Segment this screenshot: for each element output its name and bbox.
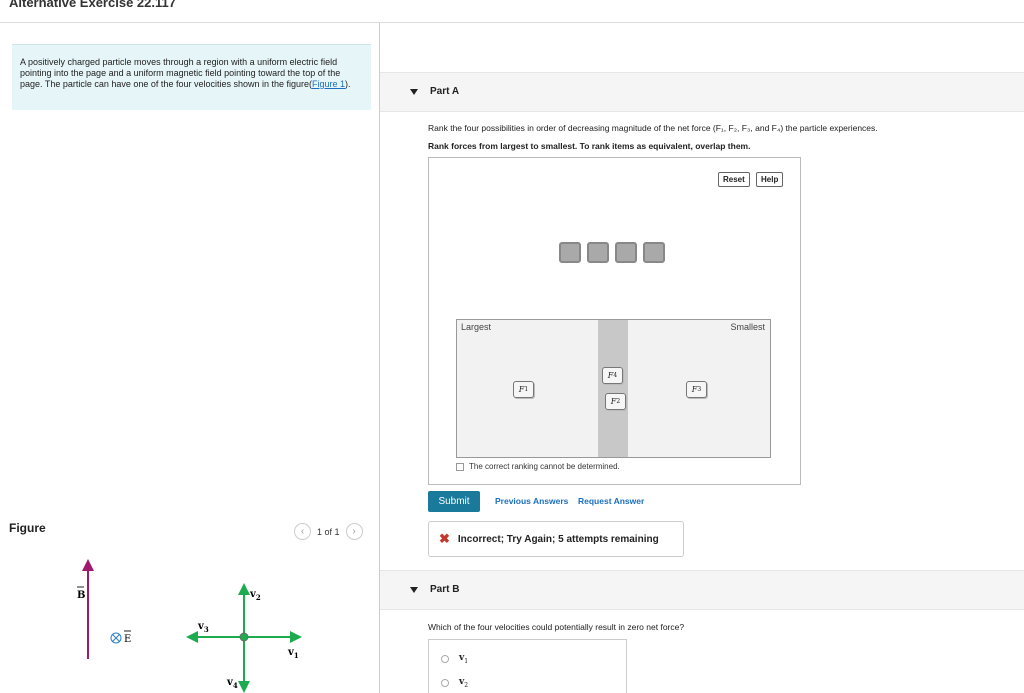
part-b-question: Which of the four velocities could poten… bbox=[428, 622, 685, 632]
e-field-label: E bbox=[124, 634, 131, 645]
part-b-options: v1 v2 bbox=[428, 639, 627, 693]
empty-slot[interactable] bbox=[643, 242, 665, 263]
option-v2[interactable]: v2 bbox=[441, 677, 468, 689]
empty-slot[interactable] bbox=[587, 242, 609, 263]
origin-dot bbox=[239, 632, 249, 642]
feedback-box: ✖ Incorrect; Try Again; 5 attempts remai… bbox=[428, 521, 684, 557]
problem-statement: A positively charged particle moves thro… bbox=[12, 44, 371, 110]
problem-text: A positively charged particle moves thro… bbox=[20, 57, 341, 89]
v2-label: v2 bbox=[249, 589, 261, 602]
figure-label: Figure bbox=[9, 521, 46, 535]
collapse-triangle-icon[interactable] bbox=[410, 587, 418, 593]
cannot-determine-option[interactable]: The correct ranking cannot be determined… bbox=[456, 462, 620, 471]
v1-label: v1 bbox=[287, 647, 299, 660]
part-b-header[interactable]: Part B bbox=[380, 570, 1024, 610]
cannot-determine-checkbox[interactable] bbox=[456, 462, 464, 471]
radio-button[interactable] bbox=[441, 678, 449, 687]
tile-f2[interactable]: F2 bbox=[605, 393, 626, 410]
x-icon: ✖ bbox=[439, 531, 450, 546]
chevron-right-icon[interactable]: › bbox=[345, 523, 363, 540]
option-v1[interactable]: v1 bbox=[441, 653, 468, 665]
previous-answers-link[interactable]: Previous Answers bbox=[495, 496, 568, 506]
empty-slots bbox=[559, 242, 665, 263]
largest-label: Largest bbox=[461, 322, 492, 332]
chevron-left-icon[interactable]: ‹ bbox=[294, 523, 311, 540]
help-button[interactable]: Help bbox=[756, 172, 784, 187]
figure-link[interactable]: Figure 1 bbox=[312, 79, 345, 89]
submit-button[interactable]: Submit bbox=[428, 491, 480, 512]
right-pane: Part A Rank the four possibilities in or… bbox=[380, 23, 1024, 693]
reset-button[interactable]: Reset bbox=[718, 172, 750, 187]
tile-f4[interactable]: F4 bbox=[602, 367, 623, 384]
figure-pager: ‹ 1 of 1 › bbox=[294, 523, 363, 540]
part-a-header[interactable]: Part A bbox=[380, 72, 1024, 112]
tile-f1[interactable]: F1 bbox=[513, 381, 534, 398]
b-field-label: B bbox=[77, 590, 85, 601]
part-a-instruction: Rank forces from largest to smallest. To… bbox=[428, 141, 751, 151]
ranking-widget: Reset Help Largest Smallest F1 F4 F2 F3 … bbox=[428, 157, 801, 485]
equivalent-column bbox=[598, 320, 628, 457]
option-label: v1 bbox=[459, 653, 469, 665]
collapse-triangle-icon[interactable] bbox=[410, 89, 418, 95]
radio-button[interactable] bbox=[441, 654, 449, 663]
page-title: Alternative Exercise 22.117 bbox=[9, 0, 176, 10]
cannot-determine-label: The correct ranking cannot be determined… bbox=[469, 462, 620, 471]
option-label: v2 bbox=[459, 677, 469, 689]
part-b-label: Part B bbox=[430, 584, 460, 595]
v4-label: v4 bbox=[226, 677, 238, 690]
pager-text: 1 of 1 bbox=[317, 526, 340, 537]
empty-slot[interactable] bbox=[615, 242, 637, 263]
left-pane: A positively charged particle moves thro… bbox=[0, 23, 379, 693]
smallest-label: Smallest bbox=[730, 322, 765, 332]
ranking-area[interactable]: Largest Smallest F1 F4 F2 F3 bbox=[456, 319, 771, 458]
v3-label: v3 bbox=[197, 621, 209, 634]
request-answer-link[interactable]: Request Answer bbox=[578, 496, 644, 506]
velocity-figure: B E v2 v3 v1 v4 bbox=[77, 559, 302, 693]
problem-tail: ). bbox=[345, 79, 351, 89]
part-a-question: Rank the four possibilities in order of … bbox=[428, 123, 878, 133]
tile-f3[interactable]: F3 bbox=[686, 381, 707, 398]
part-a-label: Part A bbox=[430, 86, 460, 97]
feedback-text: Incorrect; Try Again; 5 attempts remaini… bbox=[457, 533, 659, 545]
empty-slot[interactable] bbox=[559, 242, 581, 263]
